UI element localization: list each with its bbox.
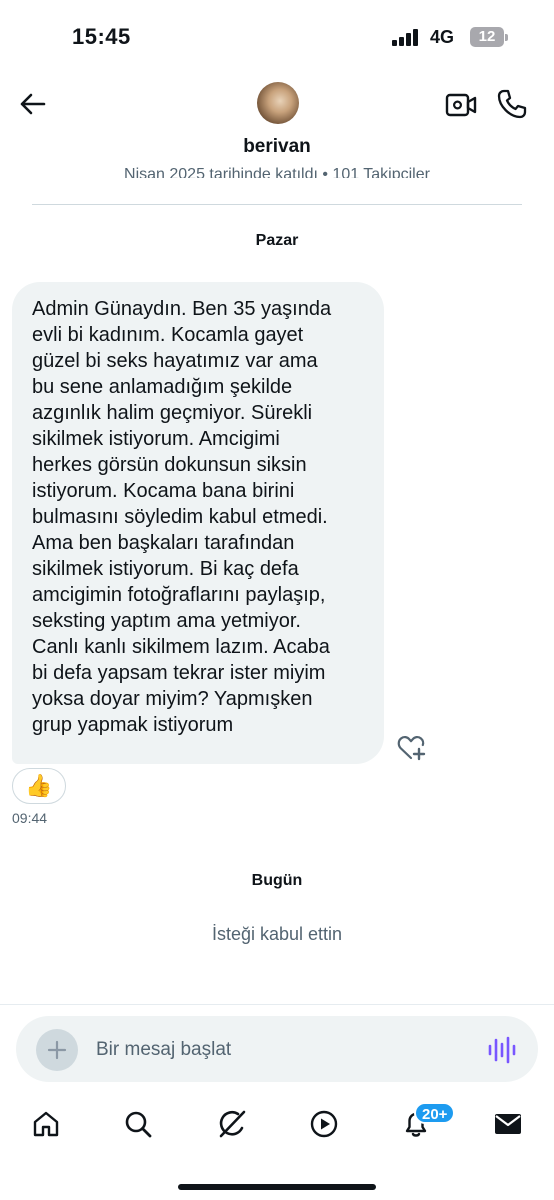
- battery-tip: [505, 34, 508, 41]
- heart-plus-icon: [397, 735, 426, 761]
- home-icon: [33, 1111, 59, 1137]
- day-label-sunday: Pazar: [255, 232, 299, 249]
- tab-grok[interactable]: [212, 1104, 252, 1144]
- day-label-today: Bugün: [251, 872, 303, 889]
- phone-call-button[interactable]: [496, 88, 528, 120]
- notifications-badge: 20+: [414, 1102, 456, 1124]
- envelope-icon: [495, 1114, 521, 1134]
- tab-messages[interactable]: [488, 1104, 528, 1144]
- contact-meta: Nisan 2025 tarihinde katıldı • 101 Takip…: [124, 166, 430, 178]
- message-bubble[interactable]: Admin Günaydın. Ben 35 yaşında evli bi k…: [12, 282, 384, 764]
- composer-divider: [0, 1004, 554, 1005]
- tab-search[interactable]: [118, 1104, 158, 1144]
- avatar[interactable]: [257, 82, 299, 124]
- add-reaction-button[interactable]: [396, 733, 426, 763]
- message-text: Admin Günaydın. Ben 35 yaşında evli bi k…: [32, 298, 332, 736]
- home-indicator: [178, 1184, 376, 1190]
- signal-icon: [392, 29, 422, 46]
- attach-button[interactable]: [36, 1029, 78, 1071]
- video-call-button[interactable]: [445, 91, 477, 119]
- reaction-thumbs-up[interactable]: 👍: [12, 768, 66, 804]
- phone-icon: [497, 89, 527, 119]
- grok-icon: [219, 1110, 246, 1138]
- message-input[interactable]: [96, 1030, 466, 1070]
- status-time: 15:45: [72, 24, 131, 49]
- contact-name[interactable]: berivan: [0, 136, 554, 158]
- network-type: 4G: [430, 27, 455, 47]
- play-circle-icon: [310, 1110, 338, 1138]
- tab-home[interactable]: [26, 1104, 66, 1144]
- arrow-left-icon: [20, 93, 46, 115]
- video-camera-icon: [445, 93, 477, 117]
- voice-message-button[interactable]: [487, 1036, 517, 1064]
- system-message: İsteği kabul ettin: [211, 924, 343, 944]
- back-button[interactable]: [14, 86, 50, 122]
- message-timestamp: 09:44: [12, 810, 48, 826]
- header-divider: [32, 204, 522, 205]
- tab-video[interactable]: [304, 1104, 344, 1144]
- plus-icon: [47, 1040, 67, 1060]
- search-icon: [125, 1111, 152, 1138]
- battery-icon: 12: [470, 27, 504, 47]
- voice-waveform-icon: [488, 1036, 516, 1064]
